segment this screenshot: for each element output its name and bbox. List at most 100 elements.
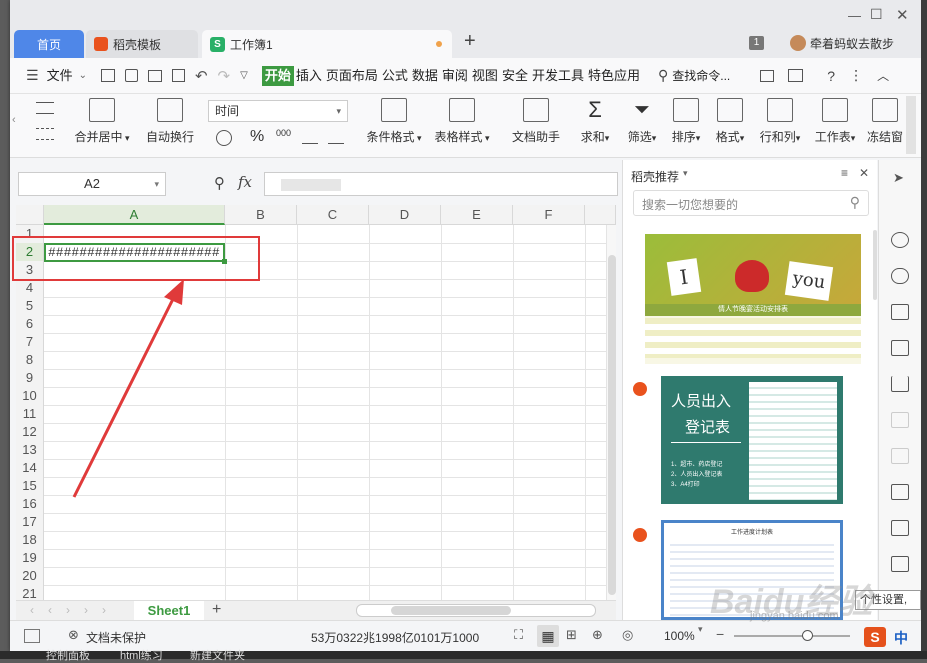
taskbar-item[interactable]: 新建文件夹 — [190, 647, 245, 663]
avatar[interactable] — [790, 35, 806, 51]
minimize-icon[interactable]: — — [848, 8, 861, 23]
taskbar-item[interactable]: html练习 — [120, 647, 163, 663]
more-menu-icon[interactable]: ⋮ — [849, 67, 863, 84]
export-icon[interactable] — [124, 69, 138, 82]
row-col-button[interactable]: 行和列▾ — [754, 98, 806, 145]
row-header[interactable]: 14 — [16, 459, 44, 477]
row-header[interactable]: 8 — [16, 351, 44, 369]
template-card-valentine[interactable]: I you 情人节晚宴活动安排表 — [645, 234, 861, 364]
menu-special[interactable]: 特色应用 — [586, 66, 642, 86]
row-header[interactable]: 4 — [16, 279, 44, 297]
mode-icon[interactable] — [24, 629, 40, 643]
style-icon[interactable] — [891, 268, 909, 284]
share-icon[interactable] — [760, 69, 775, 82]
add-sheet-icon[interactable]: + — [212, 601, 221, 619]
more-icon[interactable]: ▽ — [240, 70, 248, 81]
ribbon-scroll-left-icon[interactable]: ‹ — [12, 114, 16, 126]
vertical-scrollbar[interactable] — [606, 225, 616, 600]
table-style-button[interactable]: 表格样式 ▾ — [430, 98, 494, 145]
currency-icon[interactable] — [216, 130, 232, 146]
ime-mode[interactable]: 中 — [894, 628, 908, 648]
redo-icon[interactable]: ↷ — [218, 67, 231, 85]
tab-daoke[interactable]: 稻壳模板 — [86, 30, 198, 58]
eye-protect-icon[interactable]: ◎ — [622, 627, 633, 643]
panel-close-icon[interactable]: ✕ — [859, 166, 869, 180]
zoom-slider-thumb[interactable] — [802, 630, 813, 641]
zoom-search-icon[interactable]: ⚲ — [214, 174, 225, 192]
share-side-icon[interactable] — [891, 520, 909, 536]
row-header[interactable]: 20 — [16, 567, 44, 585]
horizontal-scroll-thumb[interactable] — [391, 606, 511, 615]
print-icon[interactable] — [147, 69, 162, 82]
search-icon[interactable]: ⚲ — [658, 67, 668, 84]
panel-scroll-thumb[interactable] — [873, 230, 877, 300]
format-painter-icon[interactable] — [891, 448, 909, 464]
chart-icon[interactable] — [891, 376, 909, 392]
maximize-icon[interactable]: ☐ — [870, 6, 883, 23]
name-box[interactable]: A2 ▾ — [18, 172, 166, 196]
number-format-select[interactable]: 时间 ▾ — [208, 100, 348, 122]
spreadsheet-grid[interactable]: A B C D E F 1 2 3 4 5 6 7 8 9 10 11 12 13 14 15 16 17 18 1… — [12, 205, 616, 604]
row-header[interactable]: 11 — [16, 405, 44, 423]
template-card-visitor-log[interactable]: 人员出入 登记表 1、超市、药店登记 2、人员出入登记表 3、A4打印 — [661, 376, 843, 504]
page-break-icon[interactable]: ⊞ — [566, 627, 577, 643]
user-name[interactable]: 牵着蚂蚁去散步 — [810, 35, 894, 52]
undo-icon[interactable]: ↶ — [195, 67, 208, 85]
thousands-button[interactable]: 000 — [276, 128, 291, 138]
freeze-button[interactable]: 冻结窗 — [866, 98, 904, 145]
menu-security[interactable]: 安全 — [500, 66, 530, 86]
tab-home[interactable]: 首页 — [14, 30, 84, 58]
wrap-text-button[interactable]: 自动换行 — [142, 98, 198, 145]
cursor-icon[interactable]: ➤ — [893, 170, 904, 186]
outdent-icon[interactable] — [36, 128, 54, 140]
row-header[interactable]: 19 — [16, 549, 44, 567]
new-tab-icon[interactable]: + — [464, 30, 476, 53]
ribbon-scroll-right[interactable] — [906, 96, 916, 154]
zoom-level[interactable]: 100% — [664, 629, 695, 643]
row-header[interactable]: 16 — [16, 495, 44, 513]
row-header[interactable]: 12 — [16, 423, 44, 441]
col-header-b[interactable]: B — [225, 205, 297, 225]
col-header-a[interactable]: A — [44, 205, 225, 225]
sum-button[interactable]: Σ 求和▾ — [578, 98, 612, 145]
col-header-c[interactable]: C — [297, 205, 369, 225]
col-header-d[interactable]: D — [369, 205, 441, 225]
zoom-slider-track[interactable] — [734, 635, 850, 637]
menu-start[interactable]: 开始 — [261, 65, 294, 86]
select-all-corner[interactable] — [16, 205, 44, 225]
help-icon[interactable]: ? — [827, 68, 835, 84]
row-header[interactable]: 18 — [16, 531, 44, 549]
menu-file[interactable]: 文件 — [45, 66, 75, 86]
save-icon[interactable] — [100, 69, 115, 82]
sheet-tab-sheet1[interactable]: Sheet1 — [134, 601, 204, 621]
zoom-out-icon[interactable]: − — [716, 626, 724, 642]
hamburger-icon[interactable]: ☰ — [26, 67, 39, 84]
menu-data[interactable]: 数据 — [410, 66, 440, 86]
increase-decimal-icon[interactable] — [302, 128, 318, 144]
horizontal-scrollbar[interactable] — [356, 604, 596, 617]
preview-icon[interactable] — [171, 69, 185, 82]
menu-page-layout[interactable]: 页面布局 — [324, 66, 380, 86]
image-icon[interactable] — [891, 484, 909, 500]
row-header[interactable]: 5 — [16, 297, 44, 315]
collab-icon[interactable] — [788, 69, 804, 82]
fx-button[interactable]: fx — [238, 173, 252, 191]
chevron-down-icon[interactable]: ⌄ — [79, 70, 87, 81]
filter-button[interactable]: ⏷ 筛选▾ — [622, 98, 662, 145]
settings-icon[interactable] — [891, 412, 909, 428]
ime-logo-icon[interactable]: S — [864, 627, 886, 647]
worksheet-button[interactable]: 工作表▾ — [810, 98, 860, 145]
format-button[interactable]: 格式▾ — [710, 98, 750, 145]
shapes-icon[interactable] — [891, 232, 909, 248]
menu-view[interactable]: 视图 — [470, 66, 500, 86]
normal-view-icon[interactable]: ▦ — [537, 625, 559, 647]
conditional-format-button[interactable]: 条件格式 ▾ — [362, 98, 426, 145]
menu-formula[interactable]: 公式 — [380, 66, 410, 86]
formula-input[interactable] — [264, 172, 618, 196]
row-header[interactable]: 17 — [16, 513, 44, 531]
percent-button[interactable]: % — [250, 128, 264, 146]
sheet-nav-icon[interactable]: ‹‹››› — [30, 603, 120, 617]
menu-review[interactable]: 审阅 — [440, 66, 470, 86]
close-icon[interactable]: ✕ — [896, 6, 909, 24]
fullscreen-icon[interactable]: ⛶ — [514, 627, 523, 643]
